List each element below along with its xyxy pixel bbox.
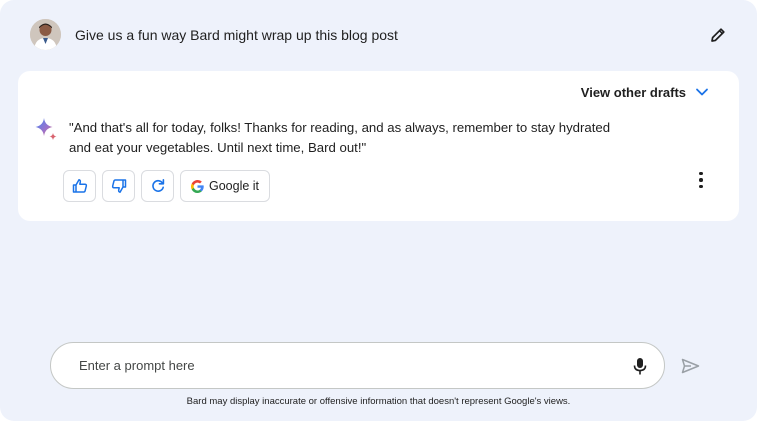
thumbs-up-button[interactable] (63, 170, 96, 202)
view-other-drafts-button[interactable]: View other drafts (581, 82, 709, 102)
pencil-icon (711, 28, 725, 42)
google-it-label: Google it (209, 179, 260, 193)
google-g-icon (191, 179, 204, 193)
user-prompt-row: Give us a fun way Bard might wrap up thi… (30, 19, 729, 51)
thumbs-up-icon (72, 179, 87, 193)
thumbs-down-icon (111, 179, 126, 193)
disclaimer-text: Bard may display inaccurate or offensive… (186, 396, 571, 407)
more-options-button[interactable] (693, 171, 709, 189)
regenerate-button[interactable] (141, 170, 174, 202)
prompt-input-bar (50, 342, 665, 389)
bard-sparkle-icon (35, 118, 57, 140)
refresh-icon (151, 179, 164, 192)
send-button[interactable] (679, 355, 701, 377)
chevron-down-icon (696, 88, 708, 96)
response-actions: Google it (63, 170, 271, 202)
thumbs-down-button[interactable] (102, 170, 135, 202)
send-icon (681, 358, 699, 374)
more-vert-icon (699, 171, 703, 176)
view-drafts-label: View other drafts (580, 84, 686, 100)
google-it-button[interactable]: Google it (180, 170, 271, 202)
microphone-button[interactable] (630, 355, 650, 377)
user-avatar (30, 19, 61, 50)
prompt-text: Give us a fun way Bard might wrap up thi… (75, 27, 398, 43)
edit-prompt-button[interactable] (707, 24, 729, 46)
response-text: "And that's all for today, folks! Thanks… (69, 120, 611, 155)
prompt-input[interactable] (79, 343, 619, 388)
bard-chat-window: Give us a fun way Bard might wrap up thi… (0, 0, 757, 421)
microphone-icon (633, 357, 647, 374)
response-card: View other drafts "And that's all for to… (18, 71, 739, 221)
